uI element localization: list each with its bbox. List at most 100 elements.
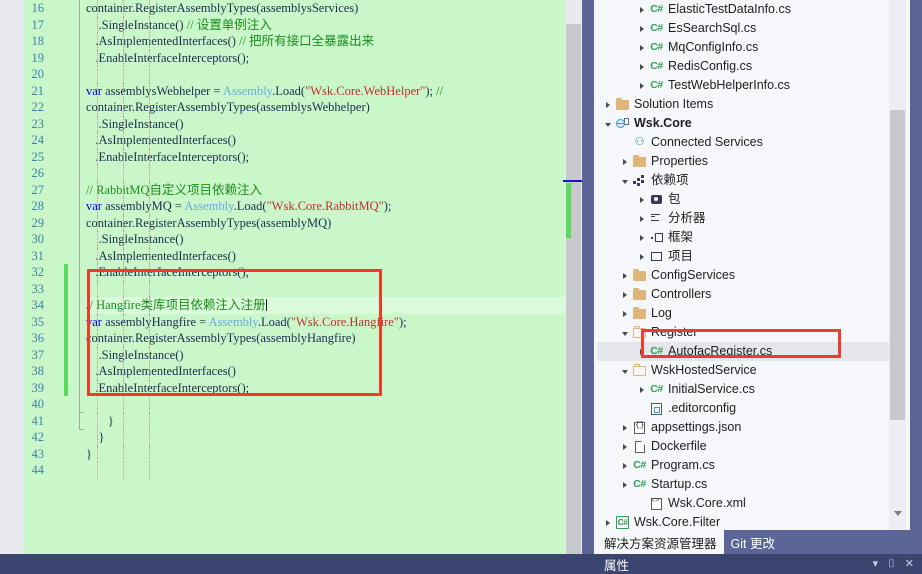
chevron-right-icon[interactable] — [618, 481, 631, 488]
tree-item[interactable]: C# RedisConfig.cs — [597, 57, 889, 76]
code-line[interactable]: .SingleInstance() // 设置单例注入 — [86, 16, 597, 33]
tree-item[interactable]: Properties — [597, 152, 889, 171]
tree-item[interactable]: C# EsSearchSql.cs — [597, 19, 889, 38]
code-text[interactable]: container.RegisterAssemblyTypes(assembly… — [86, 0, 597, 574]
code-line[interactable]: .EnableInterfaceInterceptors(); — [86, 379, 597, 396]
tree-item[interactable]: C# InitialService.cs — [597, 380, 889, 399]
code-line[interactable] — [86, 165, 597, 182]
tab-solution-explorer[interactable]: 解决方案资源管理器 — [597, 530, 724, 554]
tree-item[interactable]: Wsk.Core.xml — [597, 492, 889, 513]
tree-item[interactable]: appsettings.json — [597, 416, 889, 437]
code-line[interactable]: var assemblyHangfire = Assembly.Load("Ws… — [86, 313, 597, 330]
chevron-right-icon[interactable] — [635, 6, 648, 13]
chevron-right-icon[interactable] — [635, 196, 648, 203]
code-line[interactable]: .EnableInterfaceInterceptors(); — [86, 264, 597, 281]
tree-item[interactable]: C# Program.cs — [597, 456, 889, 475]
code-line[interactable] — [86, 280, 597, 297]
tree-item[interactable]: 依赖项 — [597, 171, 889, 190]
tree-item[interactable]: 框架 — [597, 228, 889, 247]
code-line[interactable] — [86, 396, 597, 413]
tree-item[interactable]: Dockerfile — [597, 437, 889, 456]
code-line[interactable]: .SingleInstance() — [86, 115, 597, 132]
code-line[interactable]: var assemblyMQ = Assembly.Load("Wsk.Core… — [86, 198, 597, 215]
tree-item[interactable]: 分析器 — [597, 209, 889, 228]
chevron-right-icon[interactable] — [635, 253, 648, 260]
chevron-right-icon[interactable] — [635, 63, 648, 70]
code-editor[interactable]: 16 17 18 19 20 21 22 23 24 25 26 27 28 29 30 31 32 33 34 35… — [0, 0, 597, 574]
code-line[interactable]: .EnableInterfaceInterceptors(); — [86, 148, 597, 165]
tree-item[interactable]: WskHostedService — [597, 361, 889, 380]
chevron-right-icon[interactable] — [635, 25, 648, 32]
chevron-right-icon[interactable] — [601, 519, 614, 526]
tree-item[interactable]: Solution Items — [597, 95, 889, 114]
chevron-right-icon[interactable] — [601, 101, 614, 108]
solution-explorer-scrollbar-thumb[interactable] — [890, 110, 905, 420]
code-line[interactable]: .AsImplementedInterfaces() — [86, 247, 597, 264]
properties-bar-icons[interactable]: ▾ ⌷ ✕ — [873, 554, 914, 574]
chevron-down-icon[interactable] — [618, 178, 631, 184]
code-line[interactable]: container.RegisterAssemblyTypes(assembly… — [86, 214, 597, 231]
solution-tree[interactable]: C# ElasticTestDataInfo.cs C# EsSearchSql.cs… — [597, 0, 889, 530]
tree-item[interactable]: 项目 — [597, 247, 889, 266]
tree-item[interactable]: 包 — [597, 190, 889, 209]
chevron-right-icon[interactable] — [635, 348, 648, 355]
properties-bar[interactable]: 属性 ▾ ⌷ ✕ — [0, 554, 922, 574]
code-line[interactable]: // Hangfire类库项目依赖注入注册 — [86, 297, 597, 314]
code-line[interactable]: .AsImplementedInterfaces() — [86, 132, 597, 149]
solution-explorer-panel[interactable]: C# ElasticTestDataInfo.cs C# EsSearchSql.cs… — [597, 0, 922, 574]
tree-item[interactable]: ⚇ Connected Services — [597, 133, 889, 152]
chevron-down-icon[interactable]: ▾ — [873, 558, 879, 570]
solution-explorer-scrollbar[interactable] — [889, 0, 906, 530]
chevron-right-icon[interactable] — [618, 272, 631, 279]
code-line[interactable] — [86, 462, 597, 479]
solution-explorer-tabstrip[interactable]: 解决方案资源管理器 Git 更改 — [597, 530, 910, 554]
tree-item[interactable]: Log — [597, 304, 889, 323]
chevron-right-icon[interactable] — [635, 44, 648, 51]
tree-item[interactable]: Controllers — [597, 285, 889, 304]
editor-vertical-scrollbar[interactable] — [565, 0, 582, 574]
tree-item[interactable]: C# MqConfigInfo.cs — [597, 38, 889, 57]
chevron-right-icon[interactable] — [635, 215, 648, 222]
panel-splitter[interactable] — [582, 0, 594, 574]
chevron-right-icon[interactable] — [618, 443, 631, 450]
outlining-margin[interactable] — [73, 0, 87, 574]
code-line[interactable]: container.RegisterAssemblyTypes(assembly… — [86, 0, 597, 17]
code-line[interactable]: } — [86, 412, 597, 429]
chevron-right-icon[interactable] — [635, 82, 648, 89]
chevron-right-icon[interactable] — [618, 158, 631, 165]
code-line[interactable]: .AsImplementedInterfaces() — [86, 363, 597, 380]
pin-icon[interactable]: ⌷ — [888, 558, 895, 570]
chevron-right-icon[interactable] — [618, 310, 631, 317]
code-line[interactable] — [86, 66, 597, 83]
code-line[interactable]: container.RegisterAssemblyTypes(assembly… — [86, 330, 597, 347]
scroll-down-arrow-icon[interactable] — [890, 505, 905, 521]
code-line[interactable]: .EnableInterfaceInterceptors(); — [86, 49, 597, 66]
tree-item[interactable]: C# Wsk.Core.Filter — [597, 513, 889, 530]
chevron-right-icon[interactable] — [618, 424, 631, 431]
tree-item-selected[interactable]: C# AutofacRegister.cs — [597, 342, 889, 361]
chevron-right-icon[interactable] — [618, 291, 631, 298]
code-line[interactable]: var assemblysWebhelper = Assembly.Load("… — [86, 82, 597, 99]
tree-item[interactable]: ConfigServices — [597, 266, 889, 285]
tree-item[interactable]: Wsk.Core — [597, 114, 889, 133]
editor-scrollbar-thumb[interactable] — [566, 24, 581, 564]
chevron-right-icon[interactable] — [635, 234, 648, 241]
code-line[interactable]: .SingleInstance() — [86, 231, 597, 248]
code-line[interactable]: // RabbitMQ自定义项目依赖注入 — [86, 181, 597, 198]
tree-item[interactable]: C# Startup.cs — [597, 475, 889, 494]
tree-item[interactable]: Register — [597, 323, 889, 342]
chevron-down-icon[interactable] — [601, 121, 614, 127]
chevron-right-icon[interactable] — [635, 386, 648, 393]
code-line[interactable]: .AsImplementedInterfaces() // 把所有接口全暴露出来 — [86, 33, 597, 50]
code-line[interactable]: .SingleInstance() — [86, 346, 597, 363]
chevron-down-icon[interactable] — [618, 330, 631, 336]
code-line[interactable]: } — [86, 429, 597, 446]
chevron-right-icon[interactable] — [618, 462, 631, 469]
tab-git-changes[interactable]: Git 更改 — [724, 530, 782, 554]
code-line[interactable]: container.RegisterAssemblyTypes(assembly… — [86, 99, 597, 116]
tree-item[interactable]: C# TestWebHelperInfo.cs — [597, 76, 889, 95]
tree-item[interactable]: C# ElasticTestDataInfo.cs — [597, 0, 889, 19]
code-line[interactable]: } — [86, 445, 597, 462]
chevron-down-icon[interactable] — [618, 368, 631, 374]
close-icon[interactable]: ✕ — [905, 558, 914, 570]
